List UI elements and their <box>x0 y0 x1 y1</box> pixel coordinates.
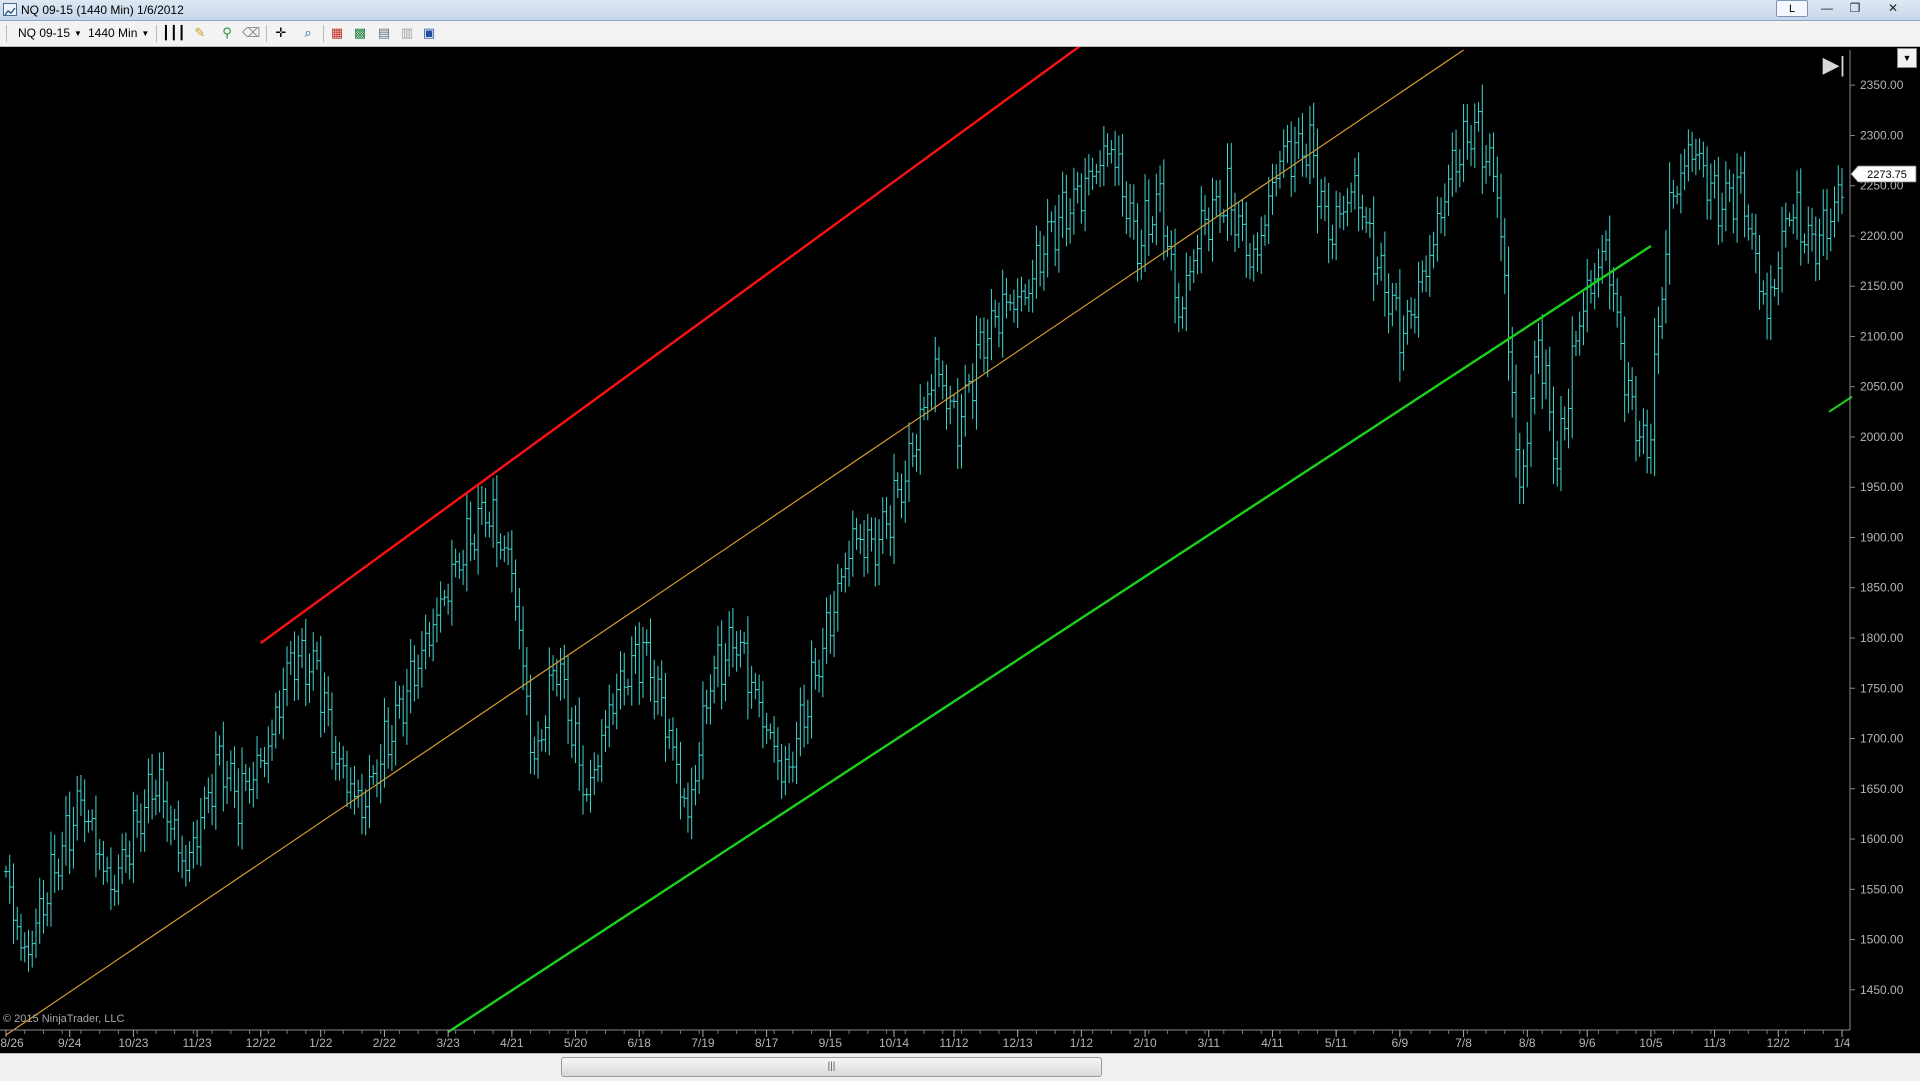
scrollbar-thumb[interactable]: ||| <box>561 1057 1102 1077</box>
time-tick-label: 10/23 <box>118 1036 148 1050</box>
time-tick-label: 8/26 <box>0 1036 24 1050</box>
price-tick-label: 1450.00 <box>1860 983 1904 997</box>
horizontal-scrollbar[interactable]: ||| <box>0 1053 1920 1081</box>
time-tick-label: 6/9 <box>1392 1036 1409 1050</box>
last-price-marker: 2273.75 <box>1850 165 1917 183</box>
window-title: NQ 09-15 (1440 Min) 1/6/2012 <box>21 3 184 17</box>
price-tick-label: 2350.00 <box>1860 78 1904 92</box>
chevron-down-icon: ▼ <box>141 29 150 38</box>
price-tick-label: 1550.00 <box>1860 882 1904 896</box>
link-button[interactable]: L <box>1776 0 1808 17</box>
price-tick-label: 1700.00 <box>1860 732 1904 746</box>
time-tick-label: 2/10 <box>1133 1036 1157 1050</box>
crosshair-icon[interactable]: ✛ <box>272 25 290 41</box>
draw-tool-icon[interactable]: ⚲ <box>218 25 236 41</box>
time-tick-label: 11/3 <box>1703 1036 1726 1050</box>
price-tick-label: 1600.00 <box>1860 832 1904 846</box>
drawing-pencil-icon[interactable]: ✎ <box>191 25 209 41</box>
chart-properties-icon[interactable]: ▩ <box>351 25 369 41</box>
price-tick-label: 1950.00 <box>1860 480 1904 494</box>
maximize-button[interactable]: ❐ <box>1844 1 1866 17</box>
time-tick-label: 1/4 <box>1834 1036 1851 1050</box>
time-tick-label: 3/23 <box>436 1036 460 1050</box>
strategies-icon[interactable]: ▤ <box>375 25 393 41</box>
chevron-down-icon: ▼ <box>74 29 82 38</box>
window-titlebar: NQ 09-15 (1440 Min) 1/6/2012 L — ❐ ✕ <box>0 0 1920 21</box>
price-tick-label: 1500.00 <box>1860 933 1904 947</box>
toolbar-separator <box>323 25 324 42</box>
time-tick-label: 9/6 <box>1579 1036 1596 1050</box>
time-tick-label: 5/11 <box>1325 1036 1348 1050</box>
indicators-icon[interactable]: ▥ <box>398 25 416 41</box>
price-tick-label: 2000.00 <box>1860 430 1904 444</box>
time-tick-label: 1/22 <box>309 1036 333 1050</box>
time-tick-label: 1/12 <box>1070 1036 1094 1050</box>
data-box-icon[interactable]: ▦ <box>328 25 346 41</box>
price-tick-label: 1800.00 <box>1860 631 1904 645</box>
time-tick-label: 12/13 <box>1003 1036 1033 1050</box>
toolbar-separator <box>156 25 157 42</box>
time-tick-label: 8/17 <box>755 1036 779 1050</box>
price-tick-label: 1650.00 <box>1860 782 1904 796</box>
scroll-to-end-button[interactable]: ▶| <box>1820 50 1848 80</box>
time-tick-label: 11/23 <box>183 1036 212 1050</box>
last-price-label: 2273.75 <box>1867 169 1907 181</box>
chart-trader-icon[interactable]: ▣ <box>420 25 438 41</box>
time-tick-label: 3/11 <box>1198 1036 1221 1050</box>
instrument-label: NQ 09-15 <box>18 26 71 40</box>
chart-window-icon <box>3 3 17 16</box>
interval-selector[interactable]: 1440 Min ▼ <box>88 26 149 40</box>
time-tick-label: 9/15 <box>819 1036 843 1050</box>
time-tick-label: 6/18 <box>628 1036 652 1050</box>
copyright-notice: © 2015 NinjaTrader, LLC <box>3 1013 125 1025</box>
time-tick-label: 12/2 <box>1767 1036 1791 1050</box>
price-tick-label: 2200.00 <box>1860 229 1904 243</box>
eraser-icon[interactable]: ⌫ <box>242 25 260 41</box>
toolbar-separator <box>266 25 267 42</box>
time-tick-label: 2/22 <box>373 1036 397 1050</box>
price-tick-label: 1850.00 <box>1860 581 1904 595</box>
time-tick-label: 9/24 <box>58 1036 82 1050</box>
time-tick-label: 7/8 <box>1455 1036 1472 1050</box>
zoom-icon[interactable]: ⌕ <box>299 25 317 41</box>
time-tick-label: 5/20 <box>564 1036 588 1050</box>
time-tick-label: 12/22 <box>246 1036 276 1050</box>
interval-label: 1440 Min <box>88 26 138 40</box>
time-tick-label: 8/8 <box>1519 1036 1536 1050</box>
price-tick-label: 2150.00 <box>1860 279 1904 293</box>
time-tick-label: 4/11 <box>1261 1036 1284 1050</box>
chart-menu-dropdown[interactable]: ▼ <box>1897 48 1917 68</box>
time-tick-label: 11/12 <box>939 1036 968 1050</box>
price-tick-label: 2100.00 <box>1860 329 1904 343</box>
price-tick-label: 1900.00 <box>1860 530 1904 544</box>
price-chart[interactable]: 1450.00 1500.00 1550.00 1600.00 1650.00 1700.… <box>0 47 1920 1053</box>
price-tick-label: 2300.00 <box>1860 128 1904 142</box>
toolbar-grip <box>6 25 7 42</box>
time-tick-label: 7/19 <box>691 1036 715 1050</box>
close-button[interactable]: ✕ <box>1882 1 1904 17</box>
minimize-button[interactable]: — <box>1816 1 1838 17</box>
instrument-selector[interactable]: NQ 09-15 ▼ <box>18 26 82 40</box>
time-tick-label: 10/14 <box>879 1036 909 1050</box>
chart-toolbar: NQ 09-15 ▼ 1440 Min ▼ ┃┃┃ ✎ ⚲ ⌫ ✛ ⌕ ▦ ▩ ▤ … <box>0 21 1920 47</box>
time-tick-label: 10/5 <box>1639 1036 1663 1050</box>
price-tick-label: 1750.00 <box>1860 681 1904 695</box>
bar-type-icon[interactable]: ┃┃┃ <box>162 25 185 41</box>
chart-background <box>0 47 1920 1053</box>
time-tick-label: 4/21 <box>500 1036 524 1050</box>
price-tick-label: 2050.00 <box>1860 380 1904 394</box>
